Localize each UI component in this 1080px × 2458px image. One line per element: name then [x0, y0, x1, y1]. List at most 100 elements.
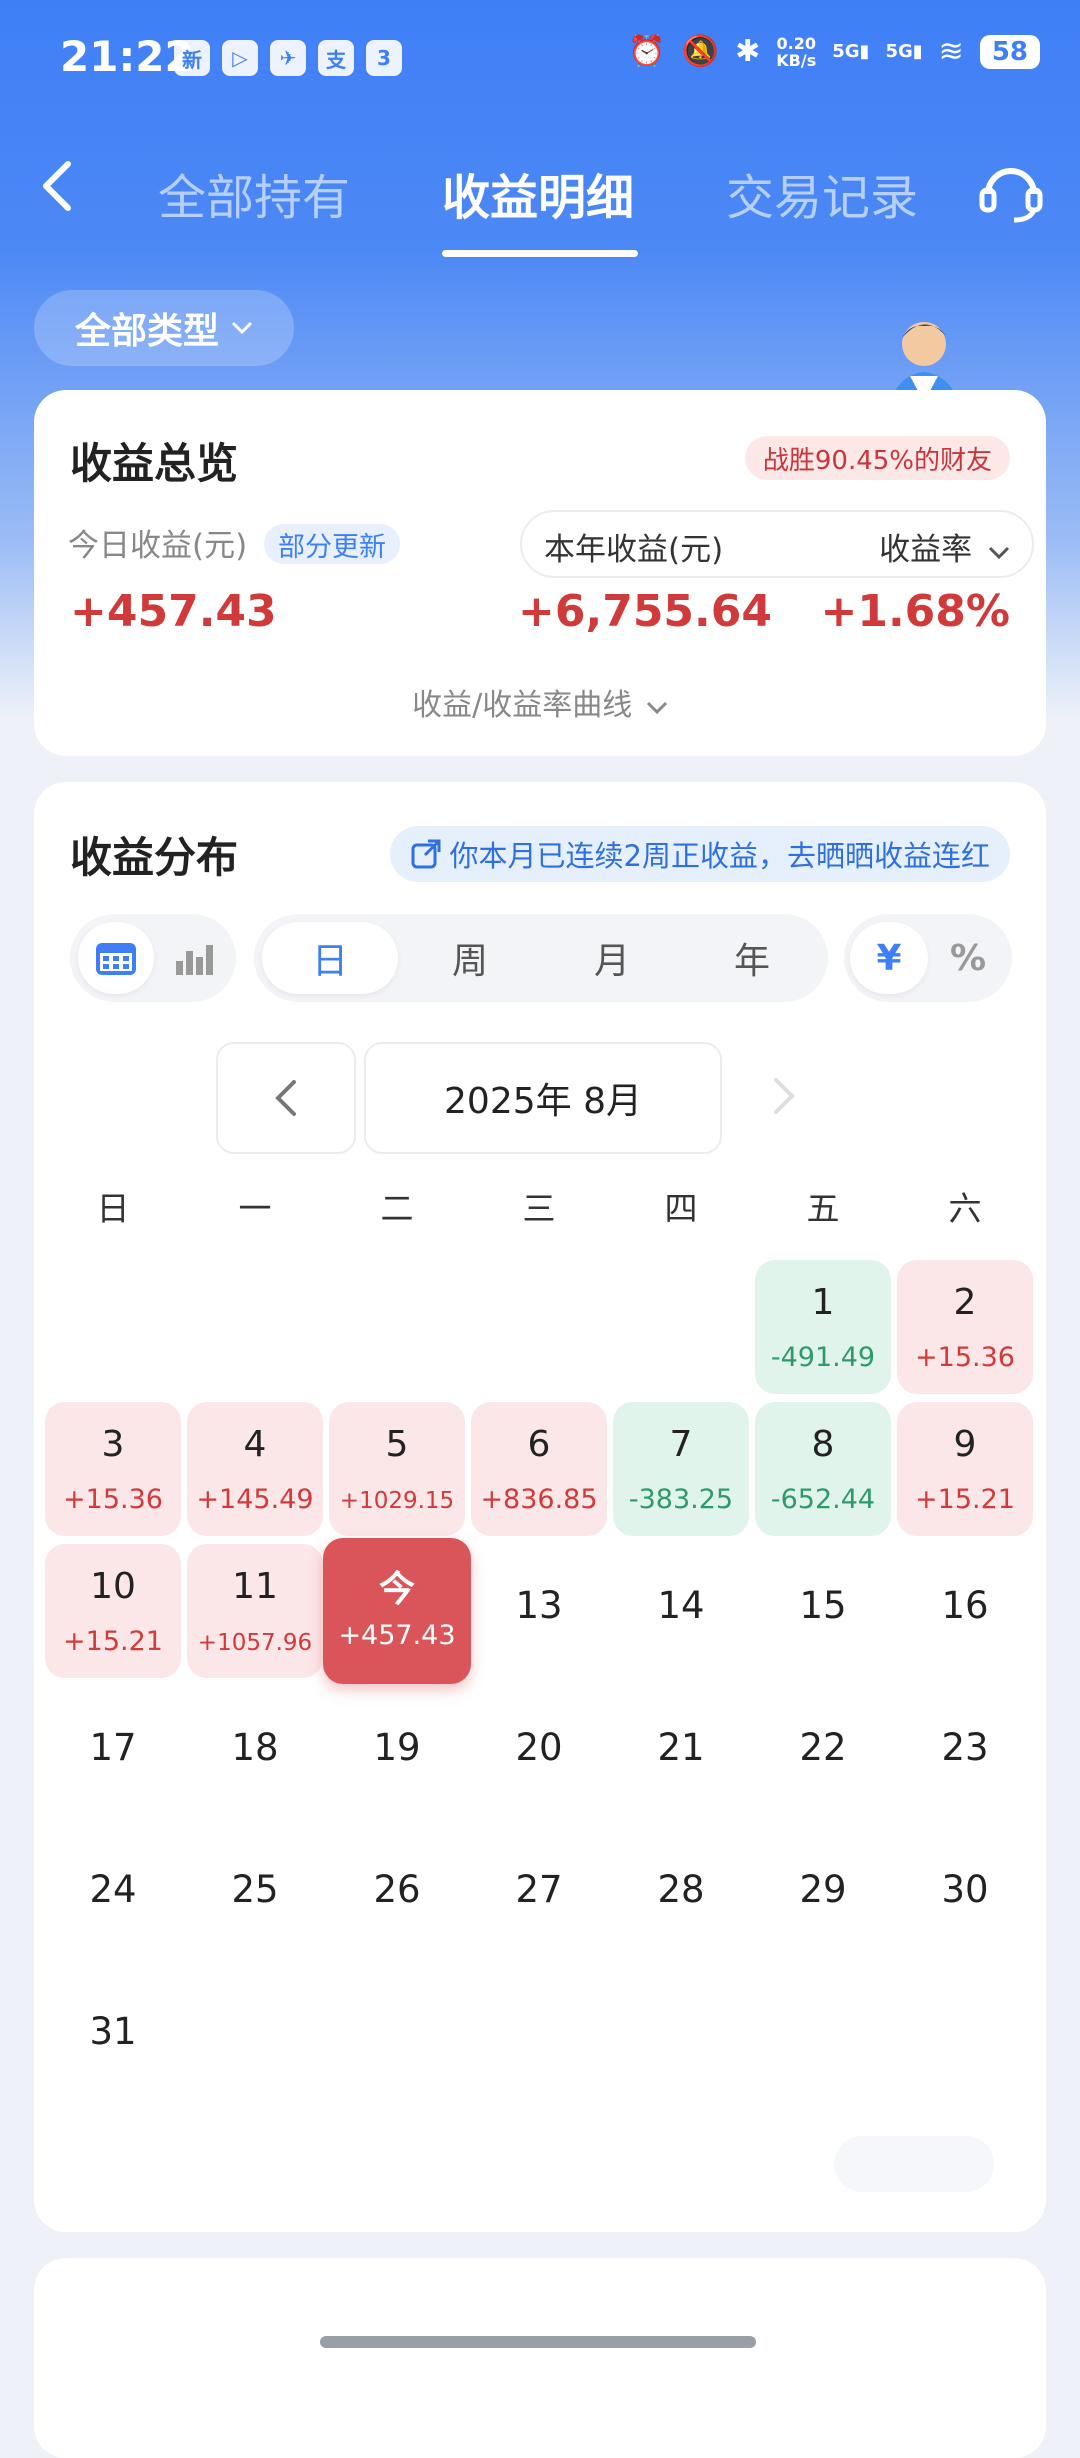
tab-transaction-records[interactable]: 交易记录: [726, 158, 918, 228]
period-month[interactable]: 月: [544, 922, 680, 994]
day-earnings: +1029.15: [339, 1488, 455, 1514]
day-number: 1: [811, 1282, 835, 1323]
period-week[interactable]: 周: [402, 922, 538, 994]
calendar-day[interactable]: 1 -491.49: [755, 1260, 891, 1394]
calendar-day[interactable]: 2 +15.36: [897, 1260, 1033, 1394]
day-earnings: +15.21: [915, 1484, 1015, 1515]
day-number: 27: [515, 1868, 563, 1911]
tab-all-holdings[interactable]: 全部持有: [158, 158, 350, 228]
calendar-day[interactable]: 7 -383.25: [613, 1402, 749, 1536]
calendar-day[interactable]: 27: [471, 1828, 607, 1962]
period-day[interactable]: 日: [262, 922, 398, 994]
return-rate-value: +1.68%: [820, 586, 1010, 637]
wifi-icon: ≋: [938, 34, 964, 69]
tab-earnings-detail[interactable]: 收益明细: [442, 158, 634, 228]
calendar-day[interactable]: 29: [755, 1828, 891, 1962]
beat-percentage-badge[interactable]: 战胜90.45%的财友: [744, 436, 1010, 480]
weekday-wed: 三: [522, 1189, 556, 1228]
today-earnings-value: +457.43: [70, 586, 277, 637]
rate-dropdown[interactable]: 收益率: [879, 524, 1010, 569]
day-number: 17: [89, 1726, 137, 1769]
calendar-day[interactable]: 31: [45, 1970, 181, 2104]
next-month-button[interactable]: [734, 1042, 834, 1150]
unit-percent[interactable]: %: [930, 922, 1006, 994]
calendar-day[interactable]: 22: [755, 1686, 891, 1820]
day-number: 28: [657, 1868, 705, 1911]
active-tab-indicator: [442, 250, 638, 257]
calendar-day[interactable]: 11 +1057.96: [187, 1544, 323, 1678]
day-earnings: +836.85: [480, 1484, 598, 1515]
period-year[interactable]: 年: [684, 922, 820, 994]
travel-app-icon: ✈: [270, 40, 306, 76]
unit-yuan[interactable]: ¥: [850, 922, 928, 994]
weekday-thu: 四: [664, 1189, 698, 1228]
signal-icon-2: 5G▮: [885, 41, 923, 62]
alipay-icon: 支: [318, 40, 354, 76]
year-earnings-selector[interactable]: 本年收益(元) 收益率: [520, 510, 1034, 578]
day-earnings: +457.43: [338, 1620, 456, 1651]
type-filter-dropdown[interactable]: 全部类型: [34, 290, 294, 366]
calendar-day[interactable]: 23: [897, 1686, 1033, 1820]
calendar-day-today[interactable]: 今 +457.43: [323, 1538, 471, 1684]
day-number: 5: [385, 1424, 409, 1465]
calendar-day[interactable]: 3 +15.36: [45, 1402, 181, 1536]
day-number: 16: [941, 1584, 989, 1627]
period-selector: 日 周 月 年: [254, 914, 828, 1002]
calendar-day[interactable]: 6 +836.85: [471, 1402, 607, 1536]
chevron-left-icon: [275, 1080, 296, 1116]
calendar-day[interactable]: 4 +145.49: [187, 1402, 323, 1536]
day-number: 6: [527, 1424, 551, 1465]
today-earnings-label: 今日收益(元): [68, 528, 248, 564]
calendar-day[interactable]: 10 +15.21: [45, 1544, 181, 1678]
current-month-label[interactable]: 2025年 8月: [364, 1042, 722, 1154]
earnings-interpretation-card: [34, 2258, 1046, 2458]
calendar-day[interactable]: 17: [45, 1686, 181, 1820]
calendar-day[interactable]: 14: [613, 1544, 749, 1678]
calendar-day[interactable]: 19: [329, 1686, 465, 1820]
calendar-day[interactable]: 25: [187, 1828, 323, 1962]
prev-month-button[interactable]: [216, 1042, 356, 1154]
signal-icon: 5G▮: [832, 41, 870, 62]
back-arrow-icon[interactable]: [34, 156, 84, 216]
year-earnings-label: 本年收益(元): [544, 532, 724, 568]
calendar-day[interactable]: 8 -652.44: [755, 1402, 891, 1536]
status-right: ⏰ 🔕 ✱ 0.20 KB/s 5G▮ 5G▮ ≋ 58: [628, 34, 1040, 69]
customer-service-icon[interactable]: [978, 158, 1044, 224]
calendar-day[interactable]: 28: [613, 1828, 749, 1962]
home-indicator: [320, 2336, 756, 2348]
day-number: 今: [378, 1569, 415, 1610]
calendar-day[interactable]: 26: [329, 1828, 465, 1962]
battery-icon: 58: [979, 34, 1040, 69]
calendar-day[interactable]: 30: [897, 1828, 1033, 1962]
calendar-day[interactable]: 5 +1029.15: [329, 1402, 465, 1536]
chevron-right-icon: [774, 1078, 795, 1114]
distribution-title: 收益分布: [70, 833, 239, 882]
bar-chart-icon: [176, 945, 213, 975]
day-number: 15: [799, 1584, 847, 1627]
calendar-day[interactable]: 16: [897, 1544, 1033, 1678]
calendar-day[interactable]: 20: [471, 1686, 607, 1820]
day-earnings: +1057.96: [197, 1630, 313, 1656]
streak-share-banner[interactable]: 你本月已连续2周正收益，去晒晒收益连红: [389, 826, 1010, 882]
nfc-icon: 3: [366, 40, 402, 76]
day-earnings: -652.44: [770, 1484, 876, 1515]
calendar-day[interactable]: 9 +15.21: [897, 1402, 1033, 1536]
earnings-curve-link[interactable]: 收益/收益率曲线: [34, 680, 1046, 724]
calendar-day[interactable]: 18: [187, 1686, 323, 1820]
day-number: 10: [90, 1566, 136, 1607]
calendar-day[interactable]: 13: [471, 1544, 607, 1678]
calendar-day[interactable]: 21: [613, 1686, 749, 1820]
day-number: 14: [657, 1584, 705, 1627]
earnings-overview-card: 收益总览 战胜90.45%的财友 今日收益(元) 部分更新 本年收益(元) 收益…: [34, 390, 1046, 756]
weekday-sat: 六: [948, 1189, 982, 1228]
day-number: 9: [953, 1424, 977, 1465]
day-number: 24: [89, 1868, 137, 1911]
day-number: 3: [101, 1424, 125, 1465]
day-earnings: -383.25: [628, 1484, 734, 1515]
calendar-day[interactable]: 24: [45, 1828, 181, 1962]
earnings-distribution-card: 收益分布 你本月已连续2周正收益，去晒晒收益连红 日 周 月 年 ¥ % 202…: [34, 782, 1046, 2232]
calendar-view-button[interactable]: [78, 922, 154, 994]
calendar-day[interactable]: 15: [755, 1544, 891, 1678]
unit-toggle: ¥ %: [844, 914, 1012, 1002]
bar-chart-view-button[interactable]: [156, 922, 232, 994]
